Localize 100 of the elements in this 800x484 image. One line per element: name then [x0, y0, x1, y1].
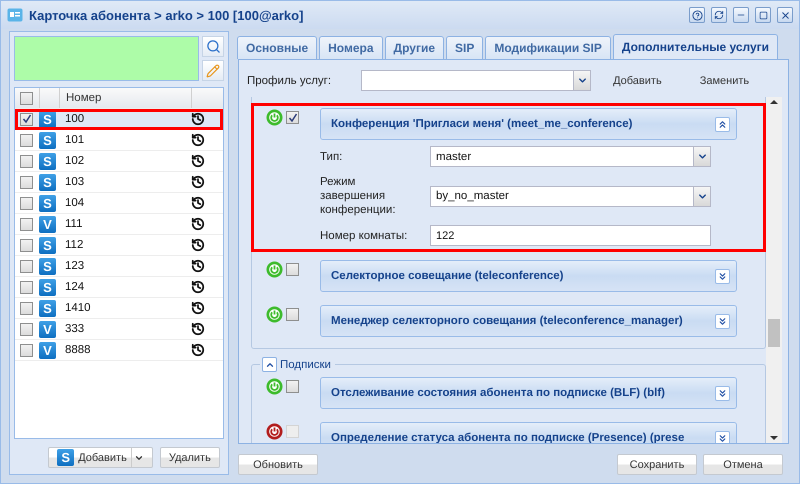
type-badge: S [39, 258, 56, 274]
search-button[interactable] [202, 36, 224, 57]
group-toggle-button[interactable] [262, 357, 277, 372]
cancel-button[interactable]: Отмена [703, 454, 783, 475]
profile-action-button[interactable]: Заменить [684, 74, 766, 86]
history-icon[interactable] [191, 217, 205, 231]
tab[interactable]: Номера [319, 36, 383, 59]
checkbox[interactable] [286, 380, 299, 393]
type-badge: S [39, 152, 56, 170]
history-icon[interactable] [191, 259, 205, 273]
service-header[interactable]: Отслеживание состояния абонента по подписке (BLF) (blf) [320, 377, 737, 409]
scroll-up-icon[interactable] [770, 97, 778, 107]
expand-button[interactable] [715, 268, 730, 284]
history-icon[interactable] [191, 322, 205, 336]
help-icon [692, 10, 702, 20]
save-button[interactable]: Сохранить [617, 454, 697, 475]
search-icon [206, 39, 220, 54]
maximize-icon [758, 10, 768, 20]
history-icon[interactable] [191, 175, 205, 189]
subscriber-row[interactable]: S 124 [15, 277, 223, 298]
minimize-button[interactable] [733, 7, 749, 23]
history-icon[interactable] [191, 280, 205, 294]
tab[interactable]: Другие [384, 36, 444, 59]
checkbox[interactable] [20, 92, 33, 104]
history-icon[interactable] [191, 112, 205, 126]
scrollbar-thumb[interactable] [768, 319, 780, 347]
delete-button[interactable]: Удалить [160, 447, 220, 468]
history-icon[interactable] [191, 196, 205, 210]
history-icon[interactable] [191, 238, 205, 252]
filter-field[interactable] [14, 36, 199, 81]
checkbox[interactable] [20, 280, 33, 294]
collapse-button[interactable] [715, 116, 730, 132]
checkbox[interactable] [20, 112, 33, 126]
subscriber-row[interactable]: V 333 [15, 319, 223, 340]
history-icon[interactable] [191, 133, 205, 147]
type-badge: S [39, 194, 56, 212]
number-cell-text: 103 [64, 176, 86, 188]
profile-action-button[interactable]: Добавить [597, 74, 678, 86]
tab[interactable]: Дополнительные услуги [612, 34, 778, 59]
type-badge: S [39, 174, 56, 190]
type-badge: V [39, 342, 56, 358]
checkbox[interactable] [20, 176, 33, 188]
tab[interactable]: Модификации SIP [485, 36, 611, 59]
subscriber-row[interactable]: S 1410 [15, 298, 223, 319]
checkbox[interactable] [20, 322, 33, 336]
select-field[interactable]: master [430, 146, 711, 167]
checkbox[interactable] [20, 134, 33, 146]
history-icon[interactable] [191, 301, 205, 315]
maximize-button[interactable] [755, 7, 771, 23]
service-header[interactable]: Конференция 'Пригласи меня' (meet_me_conference) [320, 108, 737, 140]
refresh-button[interactable]: Обновить [238, 454, 318, 475]
service-header[interactable]: Селекторное совещание (teleconference) [320, 260, 737, 292]
subscriber-row[interactable]: S 123 [15, 256, 223, 277]
tab[interactable]: SIP [446, 36, 484, 59]
subscriber-row[interactable]: V 8888 [15, 340, 223, 361]
checkbox[interactable] [20, 238, 33, 252]
service-header[interactable]: Менеджер селекторного совещания (teleconference_manager) [320, 305, 737, 337]
expand-button[interactable] [715, 386, 730, 400]
scrollbar[interactable] [766, 97, 782, 443]
type-badge: S [39, 300, 56, 316]
history-icon[interactable] [191, 343, 205, 357]
checkbox[interactable] [286, 308, 299, 321]
double-chevron-down-icon [717, 270, 728, 282]
add-button[interactable]: S Добавить [48, 447, 153, 468]
checkbox[interactable] [286, 263, 299, 276]
close-button[interactable] [777, 7, 793, 23]
service-title: Менеджер селекторного совещания (teleconference_manager) [331, 315, 684, 327]
subscriber-row[interactable]: S 104 [15, 193, 223, 214]
number-cell-text: 101 [64, 134, 86, 146]
checkbox[interactable] [20, 196, 33, 210]
type-badge: V [39, 216, 56, 232]
checkbox[interactable] [20, 302, 33, 314]
checkbox[interactable] [20, 218, 33, 230]
subscriber-row[interactable]: S 100 [15, 109, 223, 130]
subscriber-row[interactable]: S 112 [15, 235, 223, 256]
history-icon[interactable] [191, 154, 205, 168]
checkbox[interactable] [286, 111, 299, 124]
profile-label: Профиль услуг: [247, 74, 332, 86]
subscriber-row[interactable]: V 111 [15, 214, 223, 235]
input-field[interactable]: 122 [430, 225, 711, 246]
help-button[interactable] [689, 7, 705, 23]
type-badge: S [39, 236, 56, 254]
subscriber-row[interactable]: S 101 [15, 130, 223, 151]
field-label: Режим завершения конференции: [320, 175, 397, 217]
checkbox[interactable] [20, 154, 33, 168]
scroll-down-icon[interactable] [770, 433, 778, 443]
number-cell-text: 8888 [64, 344, 92, 356]
refresh-button[interactable] [711, 7, 727, 23]
subscriber-row[interactable]: S 103 [15, 172, 223, 193]
close-icon [780, 10, 790, 20]
double-chevron-down-icon [717, 316, 728, 326]
subscriber-row[interactable]: S 102 [15, 151, 223, 172]
expand-button[interactable] [715, 314, 730, 328]
service-title: Отслеживание состояния абонента по подписке (BLF) (blf) [331, 387, 666, 399]
tab[interactable]: Основные [237, 36, 318, 59]
number-cell-text: 1410 [64, 302, 92, 314]
select-field[interactable]: by_no_master [430, 186, 711, 206]
checkbox[interactable] [20, 260, 33, 272]
checkbox[interactable] [20, 344, 33, 356]
number-cell-text: 124 [64, 281, 86, 293]
